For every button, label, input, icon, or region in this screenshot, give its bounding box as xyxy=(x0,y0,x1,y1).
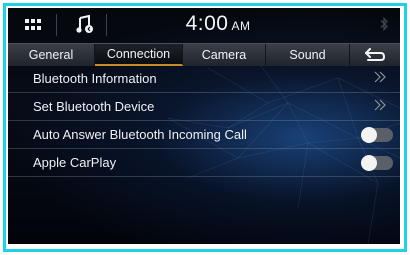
double-chevron-right-icon xyxy=(374,99,386,111)
list-item-label: Set Bluetooth Device xyxy=(33,99,155,114)
list-item-label: Bluetooth Information xyxy=(33,71,157,86)
status-divider xyxy=(106,14,107,36)
list-item-apple-carplay: Apple CarPlay xyxy=(8,149,400,177)
back-button[interactable] xyxy=(350,44,400,66)
settings-tabs: General Connection Camera Sound xyxy=(8,43,400,66)
list-item-label: Auto Answer Bluetooth Incoming Call xyxy=(33,127,247,142)
music-note-icon[interactable] xyxy=(72,14,98,36)
list-item-set-bluetooth-device[interactable]: Set Bluetooth Device xyxy=(8,93,400,121)
clock-ampm: AM xyxy=(231,19,251,33)
settings-list: Bluetooth Information Set Bluetooth Devi… xyxy=(8,65,400,177)
clock: 4:00 AM xyxy=(163,12,273,36)
bluetooth-icon xyxy=(380,16,388,36)
list-item-label: Apple CarPlay xyxy=(33,155,117,170)
tab-connection[interactable]: Connection xyxy=(95,44,183,66)
apps-grid-icon[interactable] xyxy=(22,14,44,36)
toggle-knob xyxy=(361,155,377,171)
head-unit-screen: 4:00 AM General Connection Camera Sound B… xyxy=(8,8,400,244)
status-bar: 4:00 AM xyxy=(8,8,400,43)
back-arrow-icon xyxy=(365,48,386,61)
apple-carplay-toggle[interactable] xyxy=(361,155,393,171)
list-item-auto-answer: Auto Answer Bluetooth Incoming Call xyxy=(8,121,400,149)
auto-answer-toggle[interactable] xyxy=(361,127,393,143)
tab-camera[interactable]: Camera xyxy=(183,44,266,66)
tab-general[interactable]: General xyxy=(8,44,95,66)
list-item-bluetooth-information[interactable]: Bluetooth Information xyxy=(8,65,400,93)
toggle-knob xyxy=(361,127,377,143)
status-divider xyxy=(56,14,57,36)
double-chevron-right-icon xyxy=(374,71,386,83)
clock-time: 4:00 xyxy=(185,12,229,35)
tab-sound[interactable]: Sound xyxy=(266,44,350,66)
